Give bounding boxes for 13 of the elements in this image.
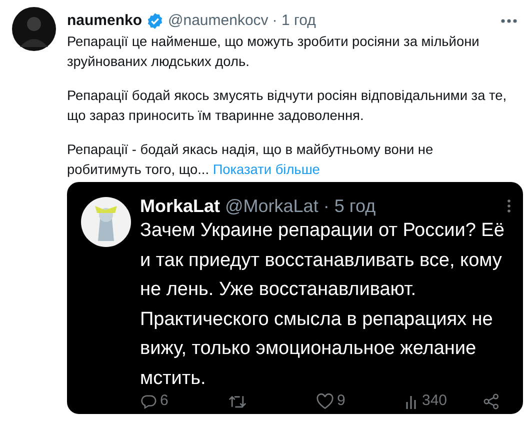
post-text: Зачем Украине репарации от России? Её и так приедут восстанавливать все, кому не лень. Уже восстанавливают. Практического смысла в репарациях не вижу, только эмоциональное желание мстить.: [140, 219, 506, 390]
count: 6: [160, 390, 168, 411]
post-text: Репарації бодай якось змусять відчути росіян відповідальними за те, що зараз приносить їм тваринне задоволення.: [67, 87, 507, 125]
author-name[interactable]: naumenko: [67, 10, 142, 32]
count: 340: [422, 390, 448, 411]
post-time[interactable]: · 1 год: [272, 10, 316, 32]
post-text: Репарації - бодай якась надія, що в майбутньому вони не робитимуть того, що... Показати більше: [67, 141, 434, 179]
author-handle[interactable]: @naumenkocv: [168, 10, 268, 32]
author-handle: @MorkaLat: [225, 194, 318, 218]
post-time: · 5 год: [323, 194, 376, 218]
author-name: MorkaLat: [140, 194, 220, 218]
post-text: Репарації це найменше, що можуть зробити росіяни за мільйони зруйнованих людських доль.: [67, 33, 480, 71]
count: 9: [337, 390, 346, 411]
